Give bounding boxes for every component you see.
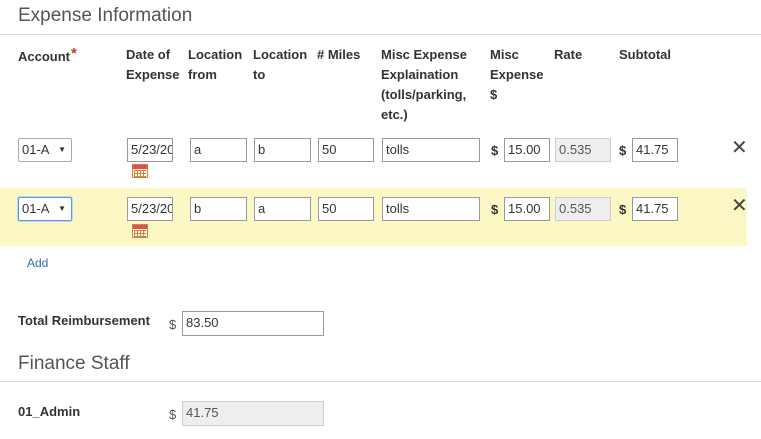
- currency-symbol: $: [491, 143, 499, 158]
- header-date: Date of Expense: [126, 47, 180, 82]
- finance-section-title: Finance Staff: [18, 353, 130, 374]
- close-icon[interactable]: ✕: [731, 138, 748, 158]
- section-divider: [0, 34, 761, 35]
- header-location-to: Location to: [253, 47, 308, 82]
- currency-symbol: $: [619, 143, 627, 158]
- rate-field: 0.535: [555, 138, 611, 162]
- total-reimbursement-field[interactable]: 83.50: [182, 311, 324, 336]
- explanation-input[interactable]: tolls: [382, 197, 480, 221]
- account-select[interactable]: 01-A ▼: [18, 197, 72, 221]
- expense-section-title: Expense Information: [18, 5, 193, 26]
- staff-name: 01_Admin: [18, 404, 81, 419]
- expense-row: 01-A ▼ 5/23/20 a b 50 tolls $ 15.00 0.53…: [0, 130, 748, 184]
- account-select[interactable]: 01-A ▼: [18, 138, 72, 162]
- header-rate: Rate: [554, 47, 583, 62]
- header-miles: # Miles: [317, 47, 361, 62]
- header-account: Account*: [18, 45, 77, 67]
- account-select-value: 01-A: [22, 142, 50, 157]
- date-input[interactable]: 5/23/20: [127, 197, 173, 221]
- calendar-icon[interactable]: [132, 224, 148, 238]
- rate-field: 0.535: [555, 197, 611, 221]
- required-marker: *: [71, 45, 77, 62]
- location-from-input[interactable]: b: [190, 197, 247, 221]
- account-select-value: 01-A: [22, 201, 50, 216]
- currency-symbol: $: [491, 202, 499, 217]
- location-from-input[interactable]: a: [190, 138, 247, 162]
- total-reimbursement-label: Total Reimbursement: [18, 313, 150, 328]
- currency-symbol: $: [169, 317, 177, 332]
- subtotal-field[interactable]: 41.75: [632, 138, 678, 162]
- close-icon[interactable]: ✕: [731, 196, 748, 216]
- date-input[interactable]: 5/23/20: [127, 138, 173, 162]
- chevron-down-icon: ▼: [58, 204, 66, 213]
- misc-expense-input[interactable]: 15.00: [504, 138, 550, 162]
- staff-amount-field: 41.75: [182, 401, 324, 426]
- add-row-link[interactable]: Add: [27, 256, 48, 270]
- misc-expense-input[interactable]: 15.00: [504, 197, 550, 221]
- currency-symbol: $: [619, 202, 627, 217]
- explanation-input[interactable]: tolls: [382, 138, 480, 162]
- location-to-input[interactable]: b: [254, 138, 311, 162]
- header-misc-expense: Misc Expense $: [490, 47, 544, 102]
- calendar-icon[interactable]: [132, 164, 148, 178]
- location-to-input[interactable]: a: [254, 197, 311, 221]
- header-misc-explanation: Misc Expense Explaination (tolls/parking…: [381, 47, 467, 122]
- subtotal-field[interactable]: 41.75: [632, 197, 678, 221]
- header-location-from: Location from: [188, 47, 243, 82]
- expense-row-highlighted: 01-A ▼ 5/23/20 b a 50 tolls $ 15.00 0.53…: [0, 188, 748, 246]
- header-subtotal: Subtotal: [619, 47, 671, 62]
- miles-input[interactable]: 50: [318, 138, 374, 162]
- header-account-label: Account: [18, 49, 70, 64]
- chevron-down-icon: ▼: [58, 145, 66, 154]
- miles-input[interactable]: 50: [318, 197, 374, 221]
- currency-symbol: $: [169, 407, 177, 422]
- section-divider: [0, 381, 761, 382]
